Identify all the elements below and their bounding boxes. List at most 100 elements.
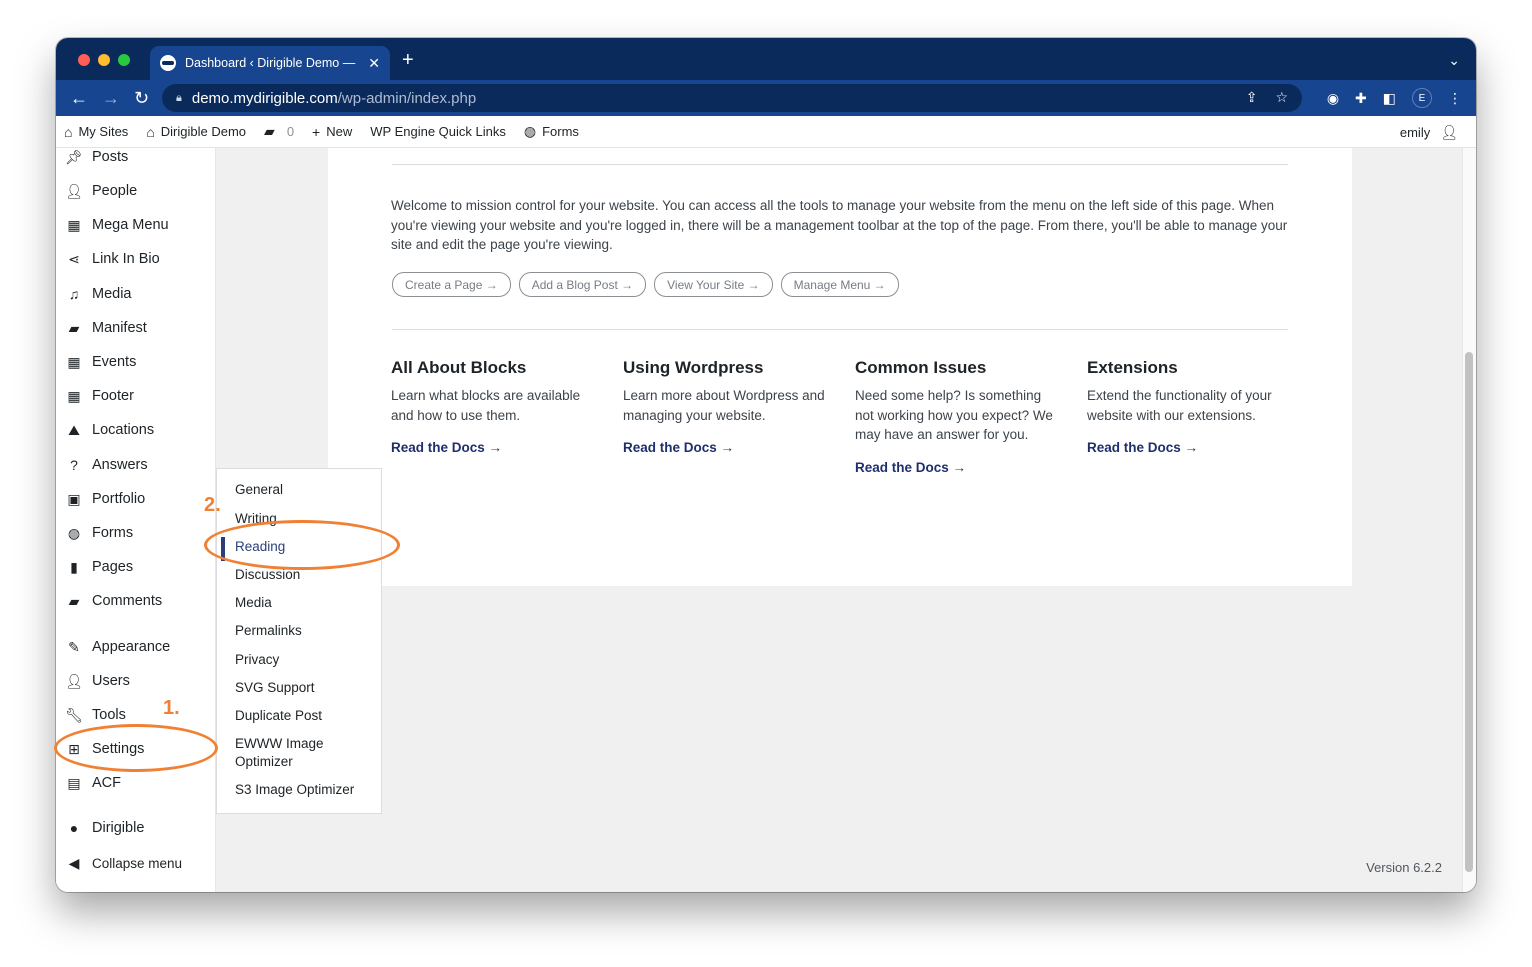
kebab-menu-icon[interactable]: ⋮ xyxy=(1448,90,1462,107)
reload-icon[interactable]: ↻ xyxy=(134,87,149,109)
back-arrow-icon[interactable]: ← xyxy=(70,87,88,109)
add-blog-post-button[interactable]: Add a Blog Post → xyxy=(518,272,647,297)
acf-icon: ▤ xyxy=(67,774,81,791)
view-site-button[interactable]: View Your Site → xyxy=(654,272,773,297)
person-icon: 👤︎ xyxy=(65,182,83,199)
tab-strip: Dashboard ‹ Dirigible Demo — ✕ + ⌄ xyxy=(56,38,1476,80)
comment-bubble-icon: ▰ xyxy=(264,123,275,139)
new-content-link[interactable]: + New xyxy=(312,124,352,140)
home-icon: ⌂ xyxy=(146,123,155,140)
submenu-item-svg-support[interactable]: SVG Support xyxy=(235,679,315,697)
new-tab-button[interactable]: + xyxy=(402,50,414,70)
comment-icon: ▰ xyxy=(68,592,80,609)
minimize-window-button[interactable] xyxy=(98,54,110,66)
close-window-button[interactable] xyxy=(78,54,90,66)
read-docs-link[interactable]: Read the Docs → xyxy=(623,440,734,455)
user-avatar-icon: 👤︎ xyxy=(1440,124,1458,140)
browser-tab-dashboard[interactable]: Dashboard ‹ Dirigible Demo — ✕ xyxy=(150,46,390,80)
folder-icon: ▰ xyxy=(68,319,80,336)
sidebar-item-appearance[interactable]: ✎ Appearance xyxy=(64,636,170,658)
plus-icon: + xyxy=(312,123,321,140)
annotation-circle-reading xyxy=(204,520,400,570)
sidebar-item-footer[interactable]: ▦ Footer xyxy=(64,385,134,407)
dirigible-favicon-icon xyxy=(160,55,176,71)
read-docs-link[interactable]: Read the Docs → xyxy=(1087,440,1198,455)
share-icon[interactable]: ⇪ xyxy=(1246,89,1258,106)
submenu-item-ewww-image-optimizer[interactable]: EWWW Image Optimizer xyxy=(235,735,345,771)
sidebar-item-answers[interactable]: ? Answers xyxy=(64,454,148,476)
bookmark-star-icon[interactable]: ☆ xyxy=(1275,89,1288,106)
wp-admin-content: 📌︎ Posts 👤︎ People ▦ Mega Menu ⋖ Link In Bio… xyxy=(56,148,1476,892)
submenu-item-general[interactable]: General xyxy=(235,481,283,499)
sidebar-item-locations[interactable]: ⛰ Locations xyxy=(64,419,154,441)
my-sites-link[interactable]: ⌂ My Sites xyxy=(64,124,128,140)
user-account-menu[interactable]: emily 👤︎ xyxy=(1400,124,1458,141)
grid-icon: ▦ xyxy=(67,216,81,233)
portfolio-icon: ▣ xyxy=(67,490,81,507)
browser-window: Dashboard ‹ Dirigible Demo — ✕ + ⌄ ← → ↻… xyxy=(56,38,1476,892)
site-name-link[interactable]: ⌂ Dirigible Demo xyxy=(146,124,246,140)
column-text: Extend the functionality of your website… xyxy=(1087,388,1272,423)
read-docs-link[interactable]: Read the Docs → xyxy=(391,440,502,455)
annotation-circle-settings xyxy=(54,724,218,772)
submenu-item-s3-image-optimizer[interactable]: S3 Image Optimizer xyxy=(235,781,354,799)
browser-toolbar: ← → ↻ 🔒︎ demo.mydirigible.com /wp-admin/… xyxy=(56,80,1476,116)
sidebar-item-events[interactable]: ▦ Events xyxy=(64,351,136,373)
column-text: Need some help? Is something not working… xyxy=(855,388,1053,442)
comments-link[interactable]: ▰ 0 xyxy=(264,123,294,140)
puzzle-extensions-icon[interactable]: ✚ xyxy=(1355,90,1367,107)
quick-action-buttons: Create a Page → Add a Blog Post → View Y… xyxy=(392,272,899,297)
sidebar-item-comments[interactable]: ▰ Comments xyxy=(64,590,163,612)
tab-search-chevron-icon[interactable]: ⌄ xyxy=(1448,52,1460,69)
sidebar-item-link-in-bio[interactable]: ⋖ Link In Bio xyxy=(64,248,160,270)
sidebar-item-manifest[interactable]: ▰ Manifest xyxy=(64,317,147,339)
my-sites-icon: ⌂ xyxy=(64,123,73,140)
manage-menu-button[interactable]: Manage Menu → xyxy=(780,272,899,297)
sidebar-item-pages[interactable]: ▮ Pages xyxy=(64,556,133,578)
person-icon: 👤︎ xyxy=(65,672,83,689)
submenu-item-privacy[interactable]: Privacy xyxy=(235,651,279,669)
wrench-icon: 🔧︎ xyxy=(65,706,83,723)
sidebar-item-media[interactable]: ♫ Media xyxy=(64,283,132,305)
side-panel-icon[interactable]: ◧ xyxy=(1383,90,1396,107)
column-using-wordpress: Using Wordpress Learn more about Wordpre… xyxy=(623,358,828,457)
share-icon: ⋖ xyxy=(68,250,80,267)
submenu-item-duplicate-post[interactable]: Duplicate Post xyxy=(235,707,322,725)
sidebar-item-people[interactable]: 👤︎ People xyxy=(64,180,137,202)
scrollbar-thumb[interactable] xyxy=(1465,352,1473,872)
user-name: emily xyxy=(1399,125,1431,140)
tab-close-icon[interactable]: ✕ xyxy=(368,55,380,72)
collapse-menu-button[interactable]: ◀ Collapse menu xyxy=(64,852,182,874)
wp-admin-bar: ⌂ My Sites ⌂ Dirigible Demo ▰ 0 + New WP… xyxy=(56,116,1476,148)
profile-avatar[interactable]: E xyxy=(1412,88,1432,108)
sidebar-item-posts[interactable]: 📌︎ Posts xyxy=(64,146,128,168)
url-path: /wp-admin/index.php xyxy=(337,89,477,107)
brush-icon: ✎ xyxy=(68,638,80,655)
create-page-button[interactable]: Create a Page → xyxy=(392,272,511,297)
wp-engine-quick-links[interactable]: WP Engine Quick Links xyxy=(370,124,506,139)
column-title: Common Issues xyxy=(855,358,987,377)
column-common-issues: Common Issues Need some help? Is somethi… xyxy=(855,358,1060,477)
column-text: Learn more about Wordpress and managing … xyxy=(623,388,825,423)
sidebar-item-forms[interactable]: ◍ Forms xyxy=(64,522,133,544)
extension-shield-icon[interactable]: ◉ xyxy=(1327,90,1339,107)
zoom-window-button[interactable] xyxy=(118,54,130,66)
sidebar-item-tools[interactable]: 🔧︎ Tools xyxy=(64,704,126,726)
column-extensions: Extensions Extend the functionality of y… xyxy=(1087,358,1292,457)
sidebar-item-portfolio[interactable]: ▣ Portfolio xyxy=(64,488,145,510)
address-bar[interactable]: 🔒︎ demo.mydirigible.com /wp-admin/index.… xyxy=(162,84,1302,112)
sidebar-item-users[interactable]: 👤︎ Users xyxy=(64,670,130,692)
sidebar-item-acf[interactable]: ▤ ACF xyxy=(64,772,121,794)
question-icon: ? xyxy=(70,457,78,473)
forward-arrow-icon[interactable]: → xyxy=(102,87,120,109)
media-icon: ♫ xyxy=(68,286,80,302)
page-scrollbar[interactable] xyxy=(1462,148,1476,892)
submenu-item-media[interactable]: Media xyxy=(235,594,272,612)
submenu-item-permalinks[interactable]: Permalinks xyxy=(235,622,302,640)
sidebar-item-mega-menu[interactable]: ▦ Mega Menu xyxy=(64,214,168,236)
forms-link[interactable]: ◍ Forms xyxy=(524,123,579,140)
read-docs-link[interactable]: Read the Docs → xyxy=(855,460,966,475)
sidebar-item-dirigible[interactable]: ● Dirigible xyxy=(64,817,145,839)
welcome-text: Welcome to mission control for your webs… xyxy=(391,198,1288,252)
extensions-area: ◉ ✚ ◧ E ⋮ xyxy=(1327,88,1462,108)
